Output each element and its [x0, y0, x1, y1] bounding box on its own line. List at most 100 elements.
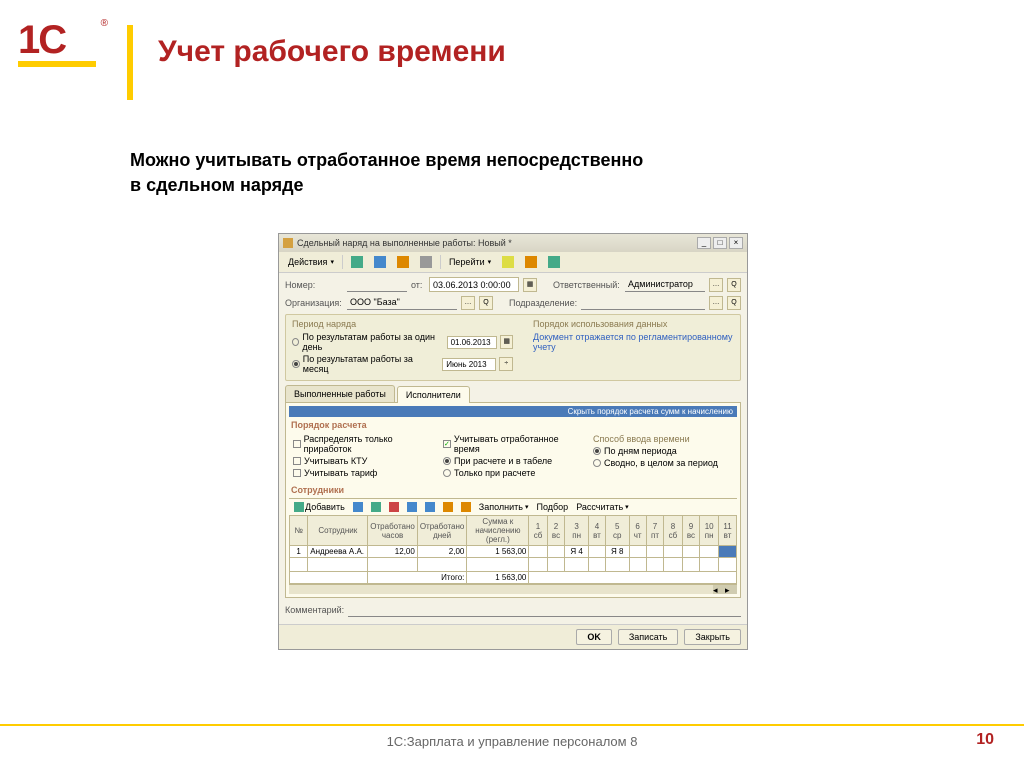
responsible-label: Ответственный: — [553, 280, 621, 290]
time-mode-title: Способ ввода времени — [593, 434, 733, 444]
employees-table[interactable]: № Сотрудник Отработано часов Отработано … — [289, 515, 737, 584]
page-number: 10 — [976, 731, 994, 749]
grid-up-icon[interactable] — [404, 501, 420, 513]
goto-menu[interactable]: Перейти — [444, 255, 496, 269]
col-hours[interactable]: Отработано часов — [368, 516, 418, 546]
responsible-select-icon[interactable]: … — [709, 278, 723, 292]
toolbar-save-icon[interactable] — [369, 254, 391, 270]
logo: 1С® — [18, 18, 96, 67]
grid-edit-icon[interactable] — [368, 501, 384, 513]
toolbar-new-icon[interactable] — [346, 254, 368, 270]
title-accent — [127, 25, 133, 100]
calc-tabel-radio[interactable] — [443, 457, 451, 465]
col-num[interactable]: № — [290, 516, 308, 546]
toolbar-refresh-icon[interactable] — [392, 254, 414, 270]
period-month-label: По результатам работы за месяц — [303, 354, 436, 374]
tab-works[interactable]: Выполненные работы — [285, 385, 395, 402]
summary-radio[interactable] — [593, 459, 601, 467]
window-title: Сдельный наряд на выполненные работы: Но… — [297, 238, 695, 248]
period-day-label: По результатам работы за один день — [302, 332, 440, 352]
org-select-icon[interactable]: … — [461, 296, 475, 310]
day-4[interactable]: 4вт — [588, 516, 605, 546]
day-3[interactable]: 3пн — [565, 516, 588, 546]
window-titlebar[interactable]: Сдельный наряд на выполненные работы: Но… — [279, 234, 747, 252]
comment-label: Комментарий: — [285, 605, 344, 615]
division-input[interactable] — [581, 295, 705, 310]
division-select-icon[interactable]: … — [709, 296, 723, 310]
day-7[interactable]: 7пт — [646, 516, 663, 546]
close-form-button[interactable]: Закрыть — [684, 629, 741, 645]
responsible-input[interactable]: Администратор — [625, 277, 705, 292]
maximize-button[interactable]: □ — [713, 237, 727, 249]
slide-title: Учет рабочего времени — [158, 35, 506, 69]
close-button[interactable]: × — [729, 237, 743, 249]
grid-select-button[interactable]: Подбор — [533, 501, 571, 513]
period-day-input[interactable]: 01.06.2013 — [447, 336, 498, 349]
app-window: Сдельный наряд на выполненные работы: Но… — [278, 233, 748, 650]
org-input[interactable]: ООО "База" — [347, 295, 457, 310]
worked-time-check[interactable] — [443, 440, 451, 448]
date-input[interactable]: 03.06.2013 0:00:00 — [429, 277, 519, 292]
table-empty-row[interactable] — [290, 558, 737, 572]
table-total-row: Итого: 1 563,00 — [290, 572, 737, 584]
ktu-check[interactable] — [293, 457, 301, 465]
slide-footer: 1С:Зарплата и управление персоналом 8 — [0, 724, 1024, 749]
grid-add-button[interactable]: Добавить — [291, 501, 348, 513]
grid-sort2-icon[interactable] — [458, 501, 474, 513]
minimize-button[interactable]: _ — [697, 237, 711, 249]
toolbar-icon-6[interactable] — [520, 254, 542, 270]
day-9[interactable]: 9вс — [682, 516, 700, 546]
save-button[interactable]: Записать — [618, 629, 678, 645]
calc-order-header: Порядок расчета — [291, 420, 737, 430]
col-sum[interactable]: Сумма к начислению (регл.) — [467, 516, 529, 546]
tab-performers[interactable]: Исполнители — [397, 386, 470, 403]
toolbar-doc-icon[interactable] — [415, 254, 437, 270]
grid-down-icon[interactable] — [422, 501, 438, 513]
col-days[interactable]: Отработано дней — [417, 516, 467, 546]
responsible-open-icon[interactable]: Q — [727, 278, 741, 292]
period-month-spinner-icon[interactable]: ÷ — [499, 357, 513, 371]
day-8[interactable]: 8сб — [664, 516, 682, 546]
toolbar-icon-5[interactable] — [497, 254, 519, 270]
period-month-radio[interactable] — [292, 360, 300, 368]
division-open-icon[interactable]: Q — [727, 296, 741, 310]
window-icon — [283, 238, 293, 248]
ok-button[interactable]: OK — [576, 629, 612, 645]
toolbar-icon-7[interactable] — [543, 254, 565, 270]
number-input[interactable] — [347, 277, 407, 292]
col-employee[interactable]: Сотрудник — [308, 516, 368, 546]
by-days-radio[interactable] — [593, 447, 601, 455]
day-1[interactable]: 1сб — [529, 516, 547, 546]
period-day-picker-icon[interactable]: ▦ — [500, 335, 513, 349]
grid-fill-button[interactable]: Заполнить — [476, 501, 532, 513]
day-5[interactable]: 5ср — [606, 516, 629, 546]
comment-input[interactable] — [348, 602, 741, 617]
grid-sort-icon[interactable] — [440, 501, 456, 513]
grid-copy-icon[interactable] — [350, 501, 366, 513]
day-11[interactable]: 11вт — [719, 516, 737, 546]
date-picker-icon[interactable]: ▦ — [523, 278, 537, 292]
grid-delete-icon[interactable] — [386, 501, 402, 513]
grid-calc-button[interactable]: Рассчитать — [573, 501, 631, 513]
usage-link[interactable]: Документ отражается по регламентированно… — [533, 332, 734, 352]
from-label: от: — [411, 280, 425, 290]
period-day-radio[interactable] — [292, 338, 299, 346]
hide-calc-bar[interactable]: Скрыть порядок расчета сумм к начислению — [289, 406, 737, 417]
day-6[interactable]: 6чт — [629, 516, 646, 546]
distribute-check[interactable] — [293, 440, 301, 448]
usage-group-title: Порядок использования данных — [533, 319, 734, 329]
table-row[interactable]: 1 Андреева А.А. 12,00 2,00 1 563,00 Я 4 … — [290, 546, 737, 558]
period-month-input[interactable]: Июнь 2013 — [442, 358, 496, 371]
slide-subtitle: Можно учитывать отработанное время непос… — [130, 148, 643, 198]
org-label: Организация: — [285, 298, 343, 308]
org-open-icon[interactable]: Q — [479, 296, 493, 310]
main-toolbar: Действия Перейти — [279, 252, 747, 273]
employees-header: Сотрудники — [291, 485, 737, 495]
calc-only-radio[interactable] — [443, 469, 451, 477]
tariff-check[interactable] — [293, 469, 301, 477]
day-2[interactable]: 2вс — [547, 516, 565, 546]
day-10[interactable]: 10пн — [700, 516, 719, 546]
division-label: Подразделение: — [509, 298, 577, 308]
number-label: Номер: — [285, 280, 343, 290]
actions-menu[interactable]: Действия — [283, 255, 339, 269]
